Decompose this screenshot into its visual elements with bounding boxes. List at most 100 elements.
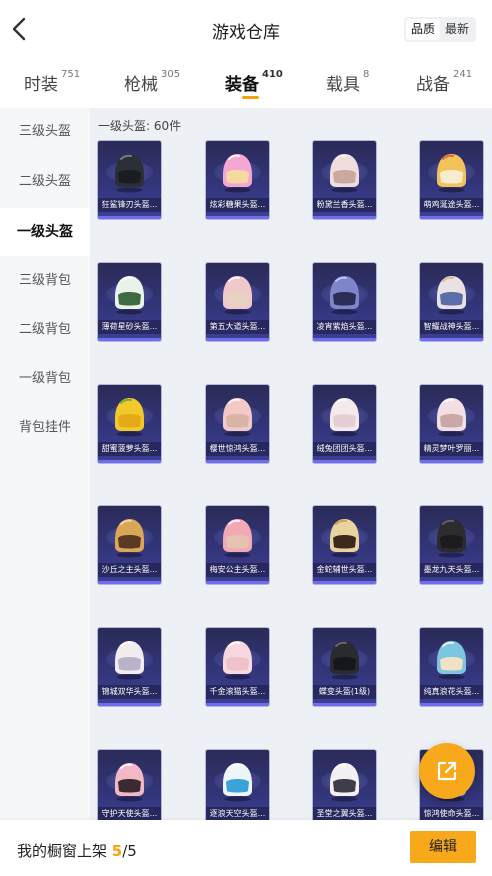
quality-bar bbox=[420, 581, 483, 584]
sidebar-item-level2-helmet[interactable]: 二级头盔 bbox=[0, 158, 90, 206]
quality-bar bbox=[420, 216, 483, 219]
quality-bar bbox=[420, 338, 483, 341]
quality-bar bbox=[313, 338, 376, 341]
item-card[interactable]: 薄荷星砂头盔... bbox=[98, 263, 161, 341]
helmet-icon bbox=[115, 763, 144, 802]
tab-supplies[interactable]: 战备241 bbox=[416, 69, 473, 104]
sidebar-item-level1-helmet[interactable]: 一级头盔 bbox=[0, 208, 90, 256]
quality-bar bbox=[206, 460, 269, 463]
tab-count: 8 bbox=[363, 69, 370, 80]
showcase-label: 我的橱窗上架 bbox=[17, 842, 108, 860]
item-name: 梅安公主头盔... bbox=[206, 563, 269, 577]
tab-weapons[interactable]: 枪械305 bbox=[124, 69, 180, 104]
sidebar: 三级头盔 二级头盔 一级头盔 三级背包 二级背包 一级背包 背包挂件 bbox=[0, 108, 90, 820]
helmet-icon bbox=[115, 519, 144, 558]
tab-label: 枪械 bbox=[124, 75, 158, 95]
item-card[interactable]: 沙丘之主头盔... bbox=[98, 506, 161, 584]
item-card[interactable]: 纯真浪花头盔... bbox=[420, 628, 483, 706]
item-name: 逐浪天空头盔... bbox=[206, 807, 269, 820]
item-name: 惊鸿使命头盔... bbox=[420, 807, 483, 820]
item-name: 墨龙九天头盔... bbox=[420, 563, 483, 577]
item-name: 狂鲨锋刃头盔... bbox=[98, 198, 161, 212]
item-name: 樱世惊鸿头盔... bbox=[206, 442, 269, 456]
helmet-icon bbox=[437, 154, 466, 193]
quality-bar bbox=[98, 703, 161, 706]
share-button[interactable] bbox=[419, 743, 475, 799]
helmet-icon bbox=[223, 154, 252, 193]
item-name: 金蛇辅世头盔... bbox=[313, 563, 376, 577]
tab-label: 时装 bbox=[24, 75, 58, 95]
showcase-total-count: /5 bbox=[122, 842, 137, 860]
item-card[interactable]: 逐浪天空头盔... bbox=[206, 750, 269, 820]
item-card[interactable]: 锦城双华头盔... bbox=[98, 628, 161, 706]
item-card[interactable]: 凌宵紫焰头盔... bbox=[313, 263, 376, 341]
quality-bar bbox=[206, 581, 269, 584]
item-card[interactable]: 狂鲨锋刃头盔... bbox=[98, 141, 161, 219]
quality-bar bbox=[313, 581, 376, 584]
sidebar-item-level3-helmet[interactable]: 三级头盔 bbox=[0, 108, 90, 156]
sidebar-item-backpack-charm[interactable]: 背包挂件 bbox=[0, 404, 90, 452]
quality-bar bbox=[313, 216, 376, 219]
sort-toggle: 品质 最新 bbox=[404, 17, 476, 42]
item-name: 蝶变头盔(1级) bbox=[313, 685, 376, 699]
quality-bar bbox=[313, 460, 376, 463]
helmet-icon bbox=[437, 519, 466, 558]
item-card[interactable]: 梅安公主头盔... bbox=[206, 506, 269, 584]
helmet-icon bbox=[115, 398, 144, 437]
tab-fashion[interactable]: 时装751 bbox=[24, 69, 81, 104]
tab-label: 装备 bbox=[225, 75, 259, 95]
item-name: 智耀战神头盔... bbox=[420, 320, 483, 334]
item-name: 甜蜜菠萝头盔... bbox=[98, 442, 161, 456]
item-card[interactable]: 精灵梦叶罗丽... bbox=[420, 385, 483, 463]
quality-bar bbox=[206, 216, 269, 219]
tab-count: 241 bbox=[453, 69, 473, 80]
helmet-icon bbox=[115, 641, 144, 680]
helmet-icon bbox=[330, 154, 359, 193]
sidebar-item-level3-backpack[interactable]: 三级背包 bbox=[0, 257, 90, 305]
item-card[interactable]: 圣堂之翼头盔... bbox=[313, 750, 376, 820]
quality-bar bbox=[313, 703, 376, 706]
section-title: 一级头盔: 60件 bbox=[98, 119, 182, 133]
quality-bar bbox=[420, 703, 483, 706]
item-card[interactable]: 智耀战神头盔... bbox=[420, 263, 483, 341]
item-card[interactable]: 萌鸡涎途头盔... bbox=[420, 141, 483, 219]
header: 游戏仓库 品质 最新 bbox=[0, 0, 492, 58]
item-name: 圣堂之翼头盔... bbox=[313, 807, 376, 820]
item-card[interactable]: 樱世惊鸿头盔... bbox=[206, 385, 269, 463]
tab-vehicles[interactable]: 载具8 bbox=[326, 69, 370, 104]
tab-count: 410 bbox=[262, 69, 283, 80]
category-tabs: 时装751 枪械305 装备410 载具8 战备241 bbox=[0, 62, 492, 106]
helmet-icon bbox=[330, 763, 359, 802]
item-card[interactable]: 蝶变头盔(1级) bbox=[313, 628, 376, 706]
item-grid-panel: 一级头盔: 60件 狂鲨锋刃头盔... 炫彩糖果头盔... 粉黛兰香头盔... 萌鸡涎… bbox=[90, 108, 492, 820]
item-name: 萌鸡涎途头盔... bbox=[420, 198, 483, 212]
item-name: 粉黛兰香头盔... bbox=[313, 198, 376, 212]
item-card[interactable]: 粉黛兰香头盔... bbox=[313, 141, 376, 219]
item-card[interactable]: 守护天使头盔... bbox=[98, 750, 161, 820]
item-name: 守护天使头盔... bbox=[98, 807, 161, 820]
item-card[interactable]: 绒兔团团头盔... bbox=[313, 385, 376, 463]
share-external-icon bbox=[437, 761, 457, 781]
item-name: 绒兔团团头盔... bbox=[313, 442, 376, 456]
helmet-icon bbox=[223, 276, 252, 315]
item-card[interactable]: 甜蜜菠萝头盔... bbox=[98, 385, 161, 463]
item-card[interactable]: 炫彩糖果头盔... bbox=[206, 141, 269, 219]
sidebar-item-level1-backpack[interactable]: 一级背包 bbox=[0, 355, 90, 403]
helmet-icon bbox=[223, 519, 252, 558]
item-card[interactable]: 第五大道头盔... bbox=[206, 263, 269, 341]
quality-bar bbox=[206, 338, 269, 341]
item-card[interactable]: 千金滚猫头盔... bbox=[206, 628, 269, 706]
edit-button[interactable]: 编辑 bbox=[410, 831, 476, 863]
tab-label: 载具 bbox=[326, 75, 360, 95]
sidebar-item-level2-backpack[interactable]: 二级背包 bbox=[0, 306, 90, 354]
showcase-status: 我的橱窗上架 5/5 bbox=[17, 840, 137, 861]
helmet-icon bbox=[223, 398, 252, 437]
tab-count: 751 bbox=[61, 69, 81, 80]
quality-bar bbox=[98, 216, 161, 219]
item-name: 锦城双华头盔... bbox=[98, 685, 161, 699]
sort-by-latest-button[interactable]: 最新 bbox=[440, 19, 474, 40]
item-card[interactable]: 墨龙九天头盔... bbox=[420, 506, 483, 584]
sort-by-quality-button[interactable]: 品质 bbox=[406, 19, 440, 40]
item-card[interactable]: 金蛇辅世头盔... bbox=[313, 506, 376, 584]
helmet-icon bbox=[437, 398, 466, 437]
